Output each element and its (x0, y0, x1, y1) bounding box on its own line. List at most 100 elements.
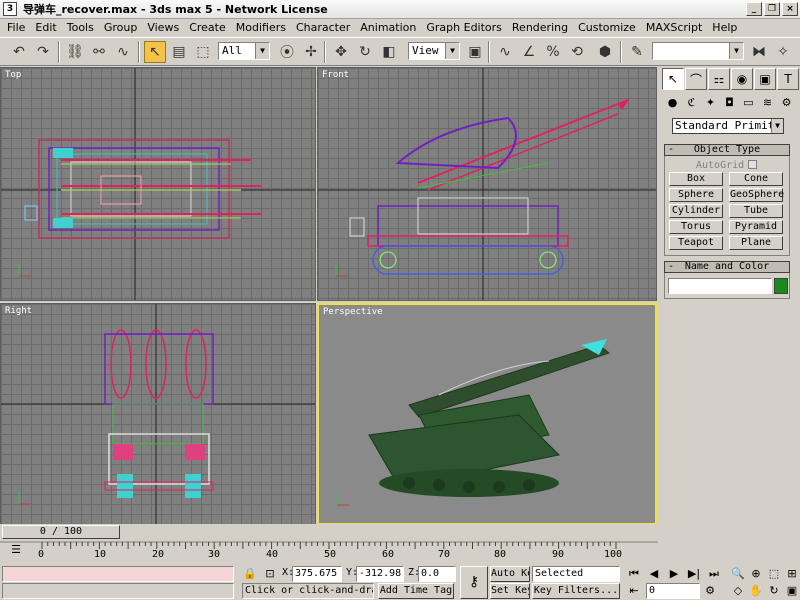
maxscript-output-field[interactable] (2, 583, 234, 599)
torus-button[interactable]: Torus (669, 220, 723, 234)
redo-icon[interactable]: ↷ (32, 41, 54, 63)
pivot-center-icon[interactable]: ▣ (464, 41, 486, 63)
named-selection-icon[interactable]: ⬢ (594, 41, 616, 63)
primitive-category-dropdown[interactable]: Standard Primitiv ▼ (672, 118, 784, 134)
select-and-manipulate-icon[interactable]: ⦿ (276, 41, 298, 63)
menu-help[interactable]: Help (707, 19, 742, 37)
snap-toggle-icon[interactable]: ∿ (494, 41, 516, 63)
helpers-icon[interactable]: ▭ (740, 94, 757, 111)
select-and-move-icon[interactable]: ✢ (300, 41, 322, 63)
systems-icon[interactable]: ⚙ (778, 94, 795, 111)
key-filters-button[interactable]: Key Filters... (532, 583, 620, 599)
sphere-button[interactable]: Sphere (669, 188, 723, 202)
lock-selection-icon[interactable]: 🔒 (242, 566, 258, 582)
menu-customize[interactable]: Customize (573, 19, 641, 37)
scale-icon[interactable]: ◧ (378, 41, 400, 63)
auto-key-button[interactable]: Auto Key (490, 566, 530, 582)
selection-filter-dropdown[interactable]: All ▼ (218, 42, 270, 60)
menu-edit[interactable]: Edit (30, 19, 61, 37)
create-tab-icon[interactable]: ↖ (662, 68, 684, 90)
absolute-mode-icon[interactable]: ⊡ (262, 566, 278, 582)
unlink-icon[interactable]: ⚯ (88, 41, 110, 63)
spinner-snap-icon[interactable]: ⟲ (566, 41, 588, 63)
menu-rendering[interactable]: Rendering (507, 19, 573, 37)
menu-tools[interactable]: Tools (62, 19, 99, 37)
geosphere-button[interactable]: GeoSphere (729, 188, 784, 202)
menu-character[interactable]: Character (291, 19, 355, 37)
box-button[interactable]: Box (669, 172, 723, 186)
y-coord-field[interactable]: -312.98: (356, 566, 404, 582)
viewport-front[interactable]: Front (317, 67, 657, 301)
utilities-tab-icon[interactable]: T (777, 68, 799, 90)
select-object-icon[interactable]: ↖ (144, 41, 166, 63)
previous-frame-icon[interactable]: ◀ (646, 566, 662, 582)
restore-button[interactable]: ❐ (764, 2, 780, 16)
set-key-icon[interactable]: ⚷ (460, 566, 488, 599)
rectangular-selection-icon[interactable]: ⬚ (192, 41, 214, 63)
align-icon[interactable]: ✧ (772, 41, 794, 63)
viewport-right[interactable]: Right (0, 303, 316, 525)
space-warps-icon[interactable]: ≋ (759, 94, 776, 111)
cylinder-button[interactable]: Cylinder (669, 204, 723, 218)
zoom-icon[interactable]: 🔍 (730, 566, 746, 582)
move-icon[interactable]: ✥ (330, 41, 352, 63)
3ds-max-icon[interactable]: 3 (3, 2, 17, 16)
select-and-link-icon[interactable]: ⛓ (64, 41, 86, 63)
go-to-start-icon[interactable]: ⏮ (626, 566, 642, 582)
plane-button[interactable]: Plane (729, 236, 783, 250)
modify-tab-icon[interactable]: ⌒ (685, 68, 707, 90)
zoom-extents-all-icon[interactable]: ⊞ (784, 566, 800, 582)
play-icon[interactable]: ▶ (666, 566, 682, 582)
add-time-tag-button[interactable]: Add Time Tag (378, 583, 454, 599)
pan-icon[interactable]: ✋ (748, 583, 764, 599)
named-selection-sets-dropdown[interactable]: ▼ (652, 42, 744, 60)
reference-coord-dropdown[interactable]: View ▼ (408, 42, 460, 60)
key-mode-dropdown[interactable]: Selected (532, 566, 620, 582)
geometry-icon[interactable]: ● (664, 94, 681, 111)
shapes-icon[interactable]: ℭ (683, 94, 700, 111)
time-configuration-icon[interactable]: ⚙ (702, 583, 718, 599)
track-bar[interactable]: ☰ 0 10 20 30 40 50 60 70 80 90 100 (0, 540, 658, 564)
menu-views[interactable]: Views (142, 19, 184, 37)
menu-animation[interactable]: Animation (355, 19, 421, 37)
motion-tab-icon[interactable]: ◉ (731, 68, 753, 90)
open-mini-curve-editor-icon[interactable]: ☰ (8, 542, 24, 558)
menu-maxscript[interactable]: MAXScript (641, 19, 707, 37)
object-color-swatch[interactable] (774, 278, 788, 294)
percent-snap-icon[interactable]: % (542, 41, 564, 63)
autogrid-checkbox[interactable] (748, 160, 757, 169)
x-coord-field[interactable]: 375.675 (292, 566, 342, 582)
cameras-icon[interactable]: ◘ (721, 94, 738, 111)
menu-graph-editors[interactable]: Graph Editors (421, 19, 507, 37)
teapot-button[interactable]: Teapot (669, 236, 723, 250)
name-color-rollout-header[interactable]: - Name and Color (664, 261, 790, 273)
pyramid-button[interactable]: Pyramid (729, 220, 783, 234)
current-frame-field[interactable]: 0 (646, 583, 700, 599)
menu-create[interactable]: Create (184, 19, 231, 37)
object-name-input[interactable] (668, 278, 772, 294)
tube-button[interactable]: Tube (729, 204, 783, 218)
time-slider-track[interactable]: 0 / 100 (0, 524, 658, 540)
mirror-icon[interactable]: ⧓ (748, 41, 770, 63)
field-of-view-icon[interactable]: ◇ (730, 583, 746, 599)
minimize-button[interactable]: _ (746, 2, 762, 16)
maximize-viewport-icon[interactable]: ▣ (784, 583, 800, 599)
menu-modifiers[interactable]: Modifiers (231, 19, 291, 37)
next-frame-icon[interactable]: ▶| (686, 566, 702, 582)
key-mode-toggle-icon[interactable]: ⇤ (626, 583, 642, 599)
go-to-end-icon[interactable]: ⏭ (706, 566, 722, 582)
hierarchy-tab-icon[interactable]: ⚏ (708, 68, 730, 90)
bind-space-warp-icon[interactable]: ∿ (112, 41, 134, 63)
zoom-extents-icon[interactable]: ⬚ (766, 566, 782, 582)
menu-file[interactable]: File (2, 19, 30, 37)
zoom-all-icon[interactable]: ⊕ (748, 566, 764, 582)
time-slider-thumb[interactable]: 0 / 100 (2, 525, 120, 539)
select-by-name-icon[interactable]: ▤ (168, 41, 190, 63)
arc-rotate-icon[interactable]: ↻ (766, 583, 782, 599)
object-type-rollout-header[interactable]: - Object Type (664, 144, 790, 156)
set-key-button[interactable]: Set Key (490, 583, 530, 599)
menu-group[interactable]: Group (99, 19, 143, 37)
viewport-top[interactable]: Top (0, 67, 316, 301)
z-coord-field[interactable]: 0.0 (418, 566, 456, 582)
edit-named-selection-icon[interactable]: ✎ (626, 41, 648, 63)
